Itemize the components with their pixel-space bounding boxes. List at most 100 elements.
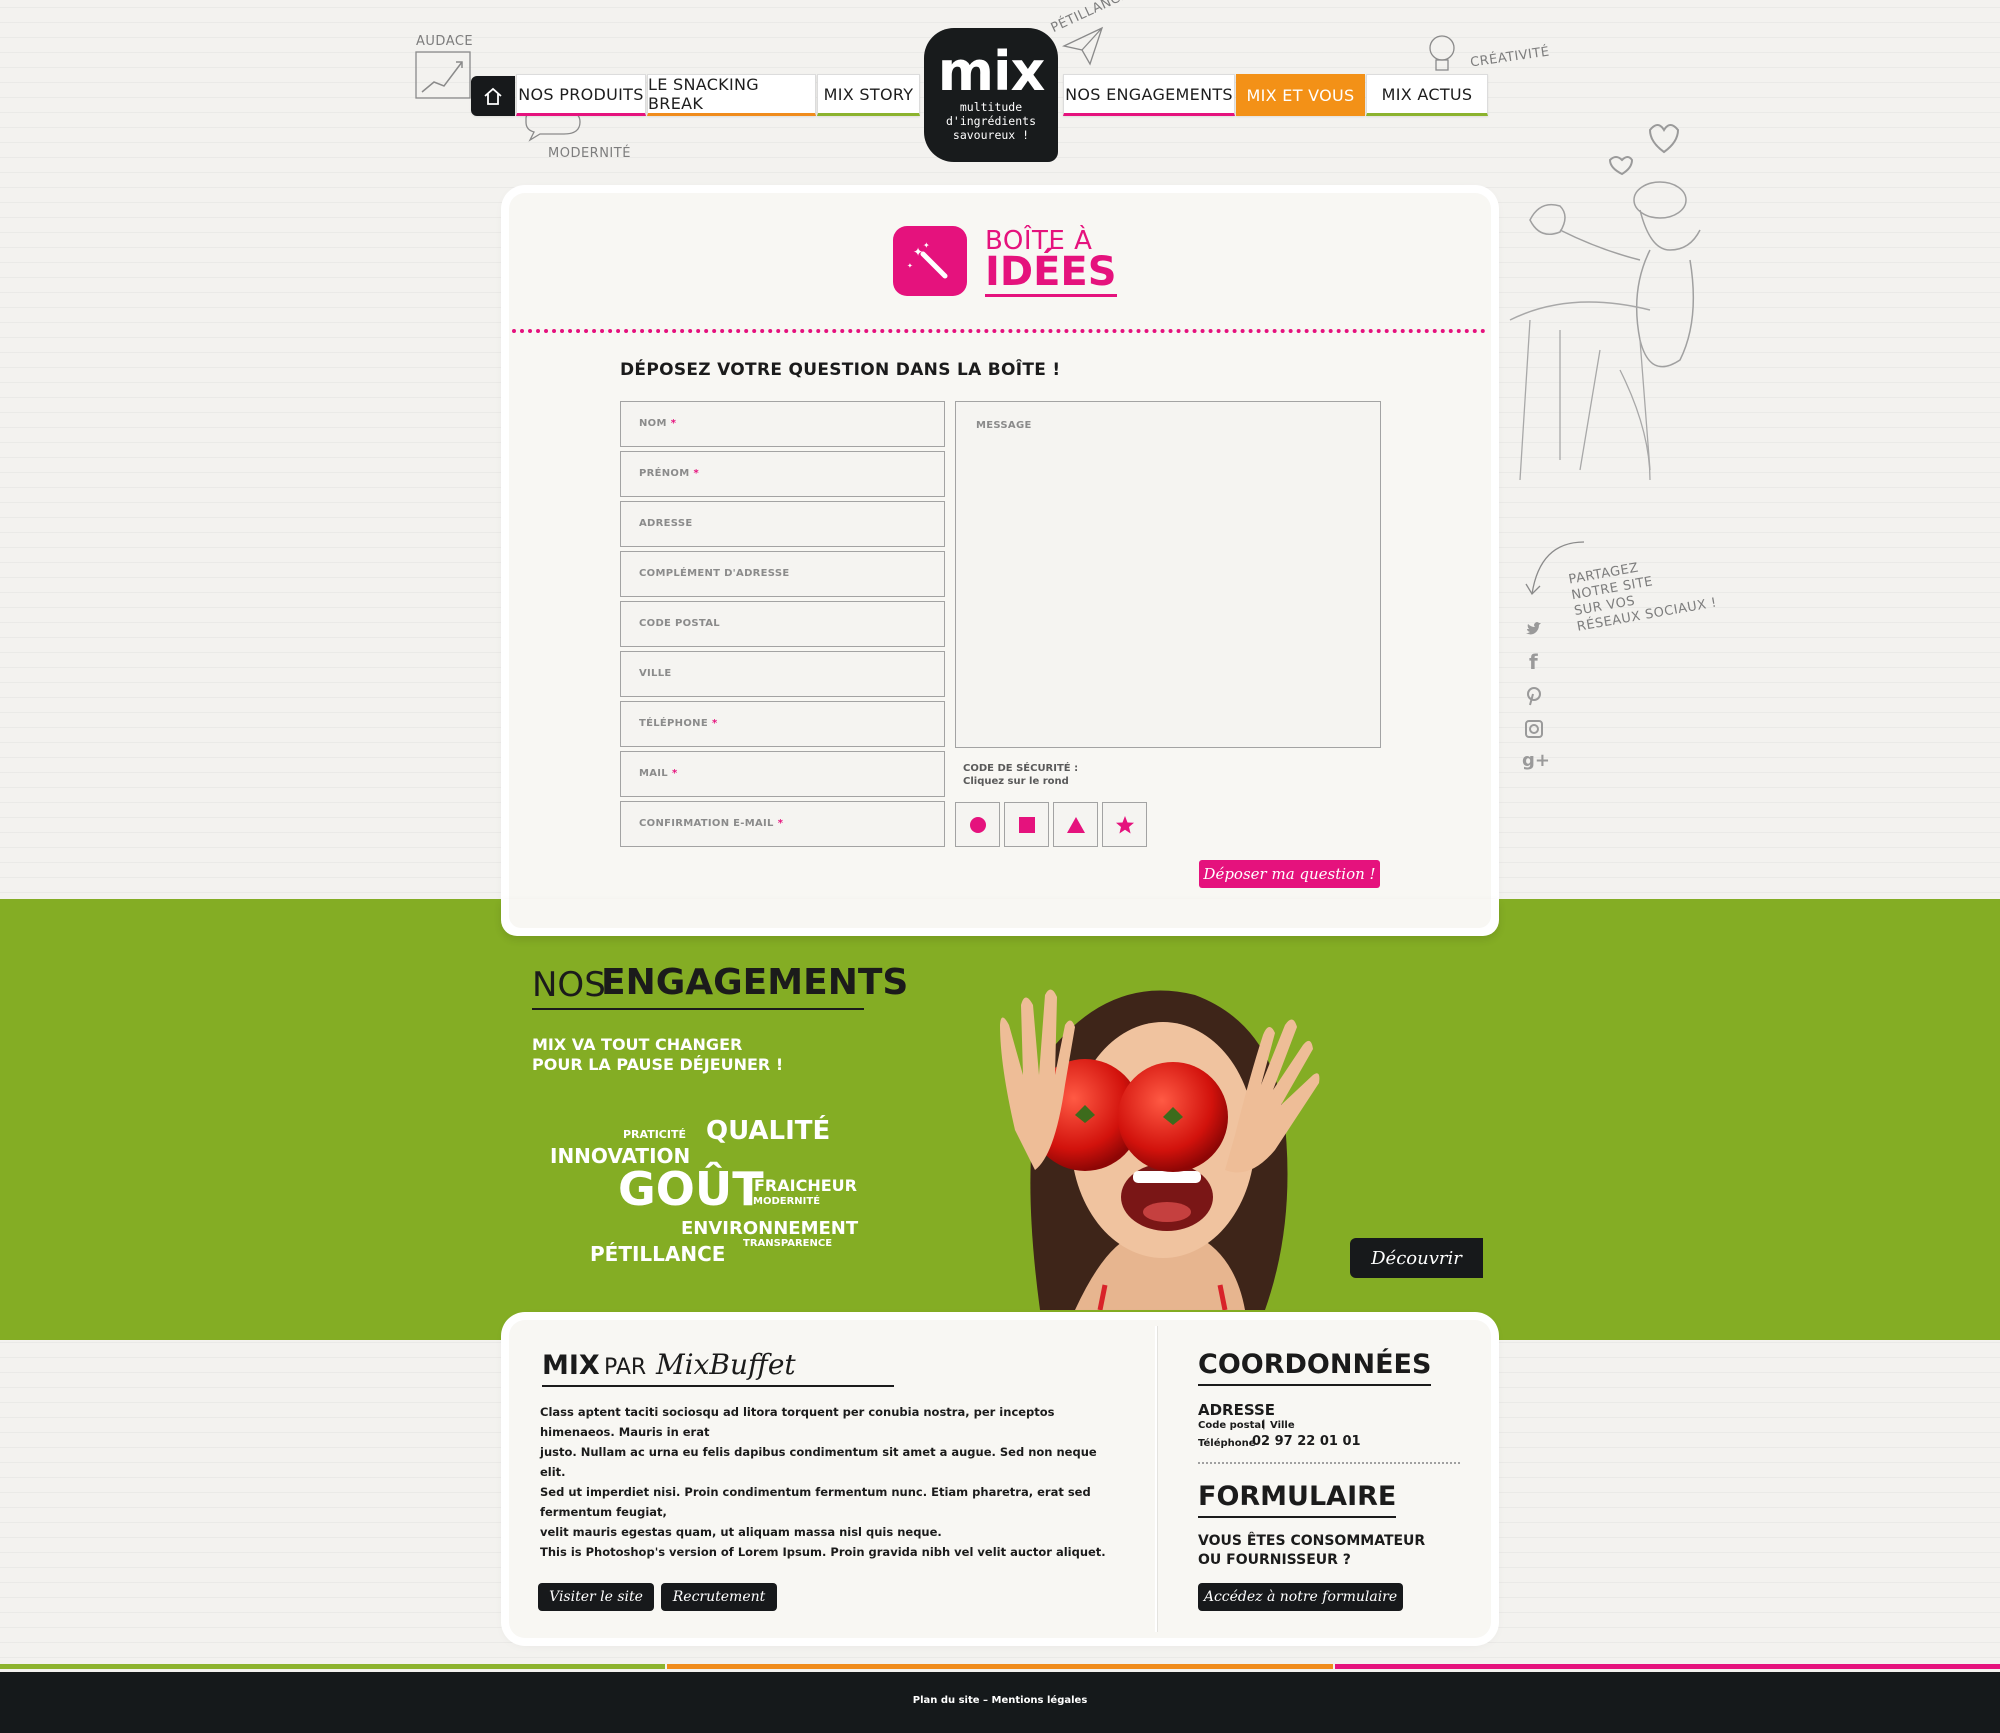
form-section-title: FORMULAIRE — [1198, 1480, 1397, 1518]
footer-stripe-pink — [1335, 1664, 2000, 1669]
contact-separator: | — [1262, 1419, 1266, 1430]
idea-box-badge: ✦ ✦ ✦ — [893, 226, 967, 296]
doodle-modernite: MODERNITÉ — [548, 146, 631, 161]
nav-mix-story[interactable]: MIX STORY — [817, 74, 920, 116]
security-circle-button[interactable] — [955, 802, 1000, 847]
form-heading: DÉPOSEZ VOTRE QUESTION DANS LA BOÎTE ! — [620, 360, 1061, 380]
svg-text:✦: ✦ — [923, 241, 930, 250]
nav-home-button[interactable] — [471, 76, 515, 116]
instagram-icon[interactable] — [1525, 720, 1543, 738]
woman-sketch-illustration — [1509, 124, 1701, 481]
about-line-5: This is Photoshop's version of Lorem Ips… — [540, 1545, 1106, 1559]
cloud-qualite: QUALITÉ — [706, 1116, 831, 1146]
contact-separator-line — [1198, 1462, 1460, 1464]
contact-phone[interactable]: 02 97 22 01 01 — [1252, 1434, 1361, 1449]
engagements-subtitle: MIX VA TOUT CHANGER POUR LA PAUSE DÉJEUN… — [532, 1035, 783, 1075]
security-label-line1: CODE DE SÉCURITÉ : — [963, 763, 1079, 774]
footer-stripe-orange — [667, 1664, 1333, 1669]
contact-postal-code: Code postal — [1198, 1420, 1265, 1431]
cloud-transparence: TRANSPARENCE — [743, 1238, 833, 1249]
contact-address-label: ADRESSE — [1198, 1401, 1276, 1419]
cloud-environnement: ENVIRONNEMENT — [681, 1218, 859, 1239]
nom-field[interactable]: NOM * — [620, 401, 945, 447]
mail-field[interactable]: MAIL * — [620, 751, 945, 797]
woman-tomatoes-photo — [1000, 989, 1320, 1310]
nav-mix-et-vous[interactable]: MIX ET VOUS — [1236, 74, 1365, 116]
form-question-line1: VOUS ÊTES CONSOMMATEUR — [1198, 1533, 1426, 1549]
recruitment-button[interactable]: Recrutement — [661, 1583, 777, 1611]
facebook-icon[interactable]: f — [1529, 650, 1538, 674]
telephone-label: TÉLÉPHONE — [639, 718, 708, 729]
nav-nos-produits[interactable]: NOS PRODUITS — [516, 74, 646, 116]
code-postal-label: CODE POSTAL — [639, 618, 720, 629]
triangle-icon — [1066, 816, 1085, 833]
mix-logo[interactable]: mix multitude d'ingrédients savoureux ! — [924, 28, 1058, 162]
confirmation-email-field[interactable]: CONFIRMATION E-MAIL * — [620, 801, 945, 847]
cloud-petillance: PÉTILLANCE — [590, 1242, 726, 1266]
visit-site-button[interactable]: Visiter le site — [538, 1583, 654, 1611]
about-line-2: justo. Nullam ac urna eu felis dapibus c… — [540, 1445, 1097, 1479]
prenom-required-mark: * — [693, 468, 700, 479]
security-triangle-button[interactable] — [1053, 802, 1098, 847]
idea-title-line2: IDÉES — [985, 249, 1117, 297]
nom-label: NOM — [639, 418, 667, 429]
adresse-field[interactable]: ADRESSE — [620, 501, 945, 547]
mail-required-mark: * — [671, 768, 678, 779]
message-textarea[interactable]: MESSAGE — [955, 401, 1381, 748]
complement-adresse-field[interactable]: COMPLÉMENT D'ADRESSE — [620, 551, 945, 597]
security-square-button[interactable] — [1004, 802, 1049, 847]
security-code-label: CODE DE SÉCURITÉ : Cliquez sur le rond — [963, 762, 1078, 788]
nav-nos-engagements[interactable]: NOS ENGAGEMENTS — [1063, 74, 1235, 116]
cloud-gout: GOÛT — [618, 1162, 764, 1216]
lightbulb-doodle-icon — [1429, 35, 1455, 71]
paper-plane-doodle-icon — [1062, 26, 1104, 66]
share-doodle-text: PARTAGEZ NOTRE SITE SUR VOS RÉSEAUX SOCI… — [1567, 560, 1719, 635]
ville-field[interactable]: VILLE — [620, 651, 945, 697]
discover-button[interactable]: Découvrir — [1350, 1238, 1483, 1278]
square-icon — [1018, 816, 1035, 833]
twitter-icon[interactable] — [1525, 622, 1541, 636]
about-line-4: velit mauris egestas quam, ut aliquam ma… — [540, 1525, 942, 1539]
message-placeholder: MESSAGE — [976, 420, 1032, 431]
access-form-button[interactable]: Accédez à notre formulaire — [1198, 1583, 1403, 1611]
engagements-subtitle-line1: MIX VA TOUT CHANGER — [532, 1035, 743, 1054]
about-paragraph: Class aptent taciti sociosqu ad litora t… — [540, 1402, 1125, 1562]
prenom-field[interactable]: PRÉNOM * — [620, 451, 945, 497]
cloud-fraicheur: FRAICHEUR — [754, 1176, 857, 1195]
pinterest-icon[interactable] — [1525, 686, 1543, 706]
engagements-title-bold: ENGAGEMENTS — [601, 962, 909, 1003]
mail-label: MAIL — [639, 768, 668, 779]
adresse-label: ADRESSE — [639, 518, 693, 529]
magic-wand-icon: ✦ ✦ ✦ — [907, 241, 948, 279]
contact-city: Ville — [1270, 1420, 1295, 1431]
footer-links[interactable]: Plan du site – Mentions légales — [0, 1695, 2000, 1706]
circle-icon — [969, 816, 986, 833]
cloud-praticite: PRATICITÉ — [623, 1128, 686, 1141]
engagements-underline — [532, 1008, 864, 1010]
engagements-title-thin: NOS — [532, 965, 606, 1005]
star-icon — [1115, 815, 1134, 833]
doodle-creativite: CRÉATIVITÉ — [1469, 44, 1551, 71]
google-plus-icon[interactable]: g+ — [1522, 750, 1550, 771]
about-underline — [542, 1385, 894, 1387]
complement-adresse-label: COMPLÉMENT D'ADRESSE — [639, 568, 790, 579]
logo-text: mix — [937, 40, 1046, 103]
bottom-card-divider — [1155, 1326, 1157, 1632]
telephone-field[interactable]: TÉLÉPHONE * — [620, 701, 945, 747]
about-line-3: Sed ut imperdiet nisi. Proin condimentum… — [540, 1485, 1091, 1519]
about-line-1: Class aptent taciti sociosqu ad litora t… — [540, 1405, 1055, 1439]
confirmation-email-label: CONFIRMATION E-MAIL — [639, 818, 774, 829]
nav-mix-actus[interactable]: MIX ACTUS — [1366, 74, 1488, 116]
logo-tagline-3: savoureux ! — [952, 128, 1030, 142]
engagements-subtitle-line2: POUR LA PAUSE DÉJEUNER ! — [532, 1055, 784, 1074]
nav-snacking-break[interactable]: LE SNACKING BREAK — [647, 74, 816, 116]
security-label-line2: Cliquez sur le rond — [963, 776, 1069, 787]
nom-required-mark: * — [670, 418, 677, 429]
mixbuffet-logo: MixBuffet — [656, 1348, 796, 1381]
submit-question-button[interactable]: Déposer ma question ! — [1199, 860, 1380, 888]
chart-doodle-icon — [415, 51, 471, 99]
code-postal-field[interactable]: CODE POSTAL — [620, 601, 945, 647]
about-title-thin: PAR — [604, 1355, 647, 1380]
prenom-label: PRÉNOM — [639, 468, 690, 479]
security-star-button[interactable] — [1102, 802, 1147, 847]
